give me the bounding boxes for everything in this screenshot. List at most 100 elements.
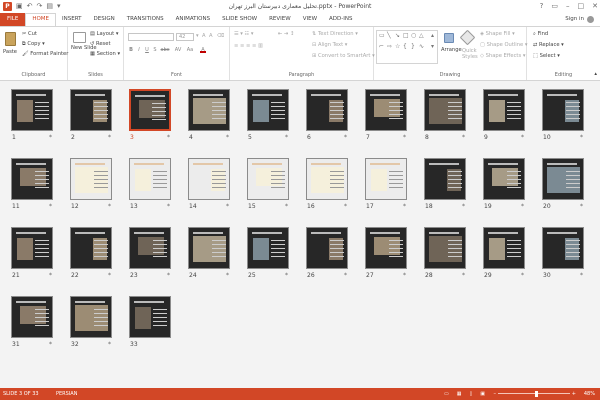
tab-insert[interactable]: INSERT [56,13,87,26]
zoom-in-button[interactable]: + [572,388,576,400]
zoom-slider-thumb[interactable] [535,391,538,397]
slide-thumbnail[interactable] [247,227,289,269]
shape-effects-button[interactable]: ◇ Shape Effects ▾ [480,53,525,60]
shape-line-icon[interactable]: ╲ [387,32,391,39]
slide-thumbnail[interactable] [11,158,53,200]
slide-thumbnail[interactable] [542,89,584,131]
slide-thumbnail[interactable] [365,89,407,131]
transition-indicator-icon[interactable]: * [462,203,465,210]
slide-thumbnail[interactable] [11,296,53,338]
shape-brace-r-icon[interactable]: } [411,43,415,50]
transition-indicator-icon[interactable]: * [580,203,583,210]
user-avatar-icon[interactable] [587,16,594,23]
align-text-button[interactable]: ⊟ Align Text ▾ [312,42,347,49]
gallery-scroll-up-icon[interactable]: ▴ [431,32,434,39]
shape-fill-button[interactable]: ◈ Shape Fill ▾ [480,31,515,38]
tab-view[interactable]: VIEW [297,13,323,26]
slide-sorter-pane[interactable]: 1 * 2 * 3 * 4 * 5 * 6 * 7 * 8 * 9 * 10 * 11 * 12 * 13 * 14 * 15 * 16 * 1… [0,81,600,388]
slide-thumbnail[interactable] [306,89,348,131]
copy-button[interactable]: ⧉ Copy ▾ [22,41,45,48]
character-spacing-button[interactable]: AV [174,47,182,53]
transition-indicator-icon[interactable]: * [285,203,288,210]
text-direction-button[interactable]: ⇅ Text Direction ▾ [312,31,358,38]
increase-font-size-icon[interactable]: A [202,33,206,40]
transition-indicator-icon[interactable]: * [403,134,406,141]
transition-indicator-icon[interactable]: * [285,134,288,141]
layout-button[interactable]: ▤ Layout ▾ [90,31,118,38]
slide-thumbnail[interactable] [483,227,525,269]
slide-thumbnail[interactable] [247,89,289,131]
gallery-scroll-down-icon[interactable]: ▾ [431,43,434,50]
shape-rect-icon[interactable]: □ [403,32,409,39]
zoom-slider[interactable] [498,393,570,394]
font-size-dropdown-icon[interactable]: ▾ [196,33,199,40]
shape-outline-button[interactable]: ▢ Shape Outline ▾ [480,42,528,49]
select-button[interactable]: ⬚ Select ▾ [533,53,560,60]
shape-arrow-icon[interactable]: ↘ [395,32,400,39]
find-button[interactable]: ⌕ Find [533,31,548,38]
tab-animations[interactable]: ANIMATIONS [170,13,217,26]
paste-button[interactable]: Paste [3,49,17,56]
transition-indicator-icon[interactable]: * [108,341,111,348]
slide-thumbnail[interactable] [365,227,407,269]
slide-thumbnail[interactable] [11,227,53,269]
ribbon-display-options-button[interactable]: ▭ [551,0,558,12]
transition-indicator-icon[interactable]: * [580,134,583,141]
bold-button[interactable]: B [128,47,134,53]
slide-thumbnail[interactable] [11,89,53,131]
transition-indicator-icon[interactable]: * [49,134,52,141]
help-button[interactable]: ? [540,0,544,12]
transition-indicator-icon[interactable]: * [285,272,288,279]
tab-file[interactable]: FILE [0,13,26,26]
slide-thumbnail[interactable] [188,158,230,200]
replace-button[interactable]: ⇄ Replace ▾ [533,42,564,49]
transition-indicator-icon[interactable]: * [580,272,583,279]
cut-button[interactable]: ✂ Cut [22,31,37,38]
slide-show-view-icon[interactable]: ▣ [480,388,485,400]
font-size-combobox[interactable]: 42 [176,33,194,41]
tab-transitions[interactable]: TRANSITIONS [121,13,170,26]
clear-formatting-icon[interactable]: ⌫ [217,33,224,40]
tab-review[interactable]: REVIEW [263,13,297,26]
slide-thumbnail[interactable] [70,89,112,131]
slide-thumbnail[interactable] [70,227,112,269]
slide-position-indicator[interactable]: SLIDE 3 OF 33 [3,388,39,400]
shape-star-icon[interactable]: ☆ [395,43,400,50]
slide-thumbnail[interactable] [188,89,230,131]
slide-thumbnail[interactable] [129,296,171,338]
shape-rarrow-icon[interactable]: ⇨ [387,43,392,50]
quick-styles-button[interactable]: Quick Styles [462,48,478,60]
shape-triangle-icon[interactable]: △ [419,32,424,39]
tab-design[interactable]: DESIGN [88,13,121,26]
shape-textbox-icon[interactable]: ▭ [379,32,385,39]
shape-oval-icon[interactable]: ○ [411,32,416,39]
transition-indicator-icon[interactable]: * [49,272,52,279]
language-indicator[interactable]: PERSIAN [56,388,77,400]
tab-home[interactable]: HOME [25,13,57,26]
slide-thumbnail[interactable] [365,158,407,200]
slide-thumbnail[interactable] [424,227,466,269]
change-case-button[interactable]: Aa [186,47,194,53]
indent-icons[interactable]: ⇤ ⇥ ↕ [278,31,294,38]
transition-indicator-icon[interactable]: * [226,203,229,210]
shape-curve-icon[interactable]: ∿ [419,43,424,50]
transition-indicator-icon[interactable]: * [108,272,111,279]
slide-thumbnail[interactable] [542,227,584,269]
alignment-icons[interactable]: ≡ ≡ ≡ ≡ ▥ [234,43,263,50]
slide-thumbnail[interactable] [483,158,525,200]
shadow-button[interactable]: S [152,47,158,53]
slide-thumbnail[interactable] [70,158,112,200]
bullets-icon[interactable]: ☰ ▾ ☷ ▾ [234,31,253,38]
section-button[interactable]: ▦ Section ▾ [90,51,120,58]
transition-indicator-icon[interactable]: * [521,203,524,210]
tab-slide-show[interactable]: SLIDE SHOW [216,13,263,26]
strikethrough-button[interactable]: abc [160,47,170,53]
transition-indicator-icon[interactable]: * [344,272,347,279]
minimize-button[interactable]: – [566,0,570,12]
shapes-gallery[interactable]: ▭ ╲ ↘ □ ○ △ ⌐ ⇨ ☆ { } ∿ ▴ ▾ [376,30,438,64]
italic-button[interactable]: I [136,47,142,53]
transition-indicator-icon[interactable]: * [49,341,52,348]
slide-thumbnail[interactable] [129,227,171,269]
shape-elbow-icon[interactable]: ⌐ [379,43,384,50]
font-name-combobox[interactable] [128,33,174,41]
